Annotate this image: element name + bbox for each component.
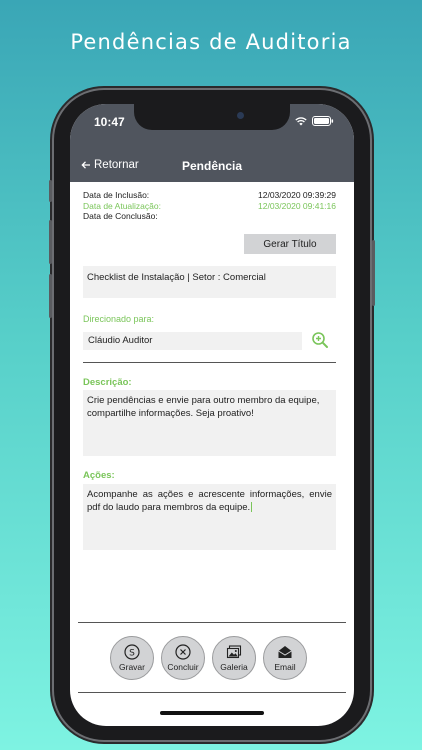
nav-bar: Retornar Pendência xyxy=(70,152,354,182)
close-circle-icon xyxy=(175,644,191,660)
front-camera xyxy=(237,112,244,119)
wifi-icon xyxy=(295,116,307,125)
gerar-titulo-button[interactable]: Gerar Título xyxy=(244,234,336,254)
phone-frame: 10:47 Retornar Pendência Data de Inclusã… xyxy=(49,90,375,740)
acoes-label: Ações: xyxy=(83,470,115,481)
zoom-in-icon[interactable] xyxy=(311,331,329,349)
action-toolbar: S Gravar Concluir Galeria Email xyxy=(110,636,320,680)
text-cursor xyxy=(251,501,253,512)
acoes-text: Acompanhe as ações e acrescente informaç… xyxy=(87,489,332,513)
atualizacao-label: Data de Atualização: xyxy=(83,200,161,211)
battery-icon xyxy=(312,116,334,126)
conclusao-row: Data de Conclusão: xyxy=(83,211,336,222)
descricao-label: Descrição: xyxy=(83,377,132,388)
email-icon xyxy=(278,646,292,658)
concluir-label: Concluir xyxy=(167,662,199,672)
divider xyxy=(83,362,336,363)
silent-switch xyxy=(49,180,52,202)
home-indicator[interactable] xyxy=(160,711,264,715)
checklist-title-field[interactable]: Checklist de Instalação | Setor : Comerc… xyxy=(83,266,336,298)
save-icon: S xyxy=(124,644,140,660)
descricao-textarea[interactable]: Crie pendências e envie para outro membr… xyxy=(83,390,336,456)
inclusao-value: 12/03/2020 09:39:29 xyxy=(258,190,336,200)
volume-down-button xyxy=(49,274,52,318)
toolbar-top-divider xyxy=(78,622,346,623)
power-button xyxy=(372,240,375,306)
acoes-textarea[interactable]: Acompanhe as ações e acrescente informaç… xyxy=(83,484,336,550)
atualizacao-row: Data de Atualização: 12/03/2020 09:41:16 xyxy=(83,201,336,212)
atualizacao-value: 12/03/2020 09:41:16 xyxy=(258,200,336,211)
promo-headline: Pendências de Auditoria xyxy=(70,30,352,54)
inclusao-label: Data de Inclusão: xyxy=(83,190,150,200)
direcionado-label: Direcionado para: xyxy=(83,314,155,324)
status-time: 10:47 xyxy=(94,115,125,129)
gravar-label: Gravar xyxy=(119,662,145,672)
galeria-label: Galeria xyxy=(220,662,248,672)
date-info: Data de Inclusão: 12/03/2020 09:39:29 Da… xyxy=(83,190,336,222)
inclusao-row: Data de Inclusão: 12/03/2020 09:39:29 xyxy=(83,190,336,201)
notch xyxy=(134,104,290,130)
app-screen: 10:47 Retornar Pendência Data de Inclusã… xyxy=(70,104,354,726)
direcionado-input[interactable]: Cláudio Auditor xyxy=(83,332,302,350)
page-title: Pendência xyxy=(181,159,243,173)
galeria-button[interactable]: Galeria xyxy=(212,636,256,680)
gallery-icon xyxy=(226,645,242,659)
svg-text:S: S xyxy=(129,648,135,658)
concluir-button[interactable]: Concluir xyxy=(161,636,205,680)
toolbar-bottom-divider xyxy=(78,692,346,693)
email-button[interactable]: Email xyxy=(263,636,307,680)
volume-up-button xyxy=(49,220,52,264)
conclusao-label: Data de Conclusão: xyxy=(83,211,158,221)
email-label: Email xyxy=(274,662,296,672)
gravar-button[interactable]: S Gravar xyxy=(110,636,154,680)
